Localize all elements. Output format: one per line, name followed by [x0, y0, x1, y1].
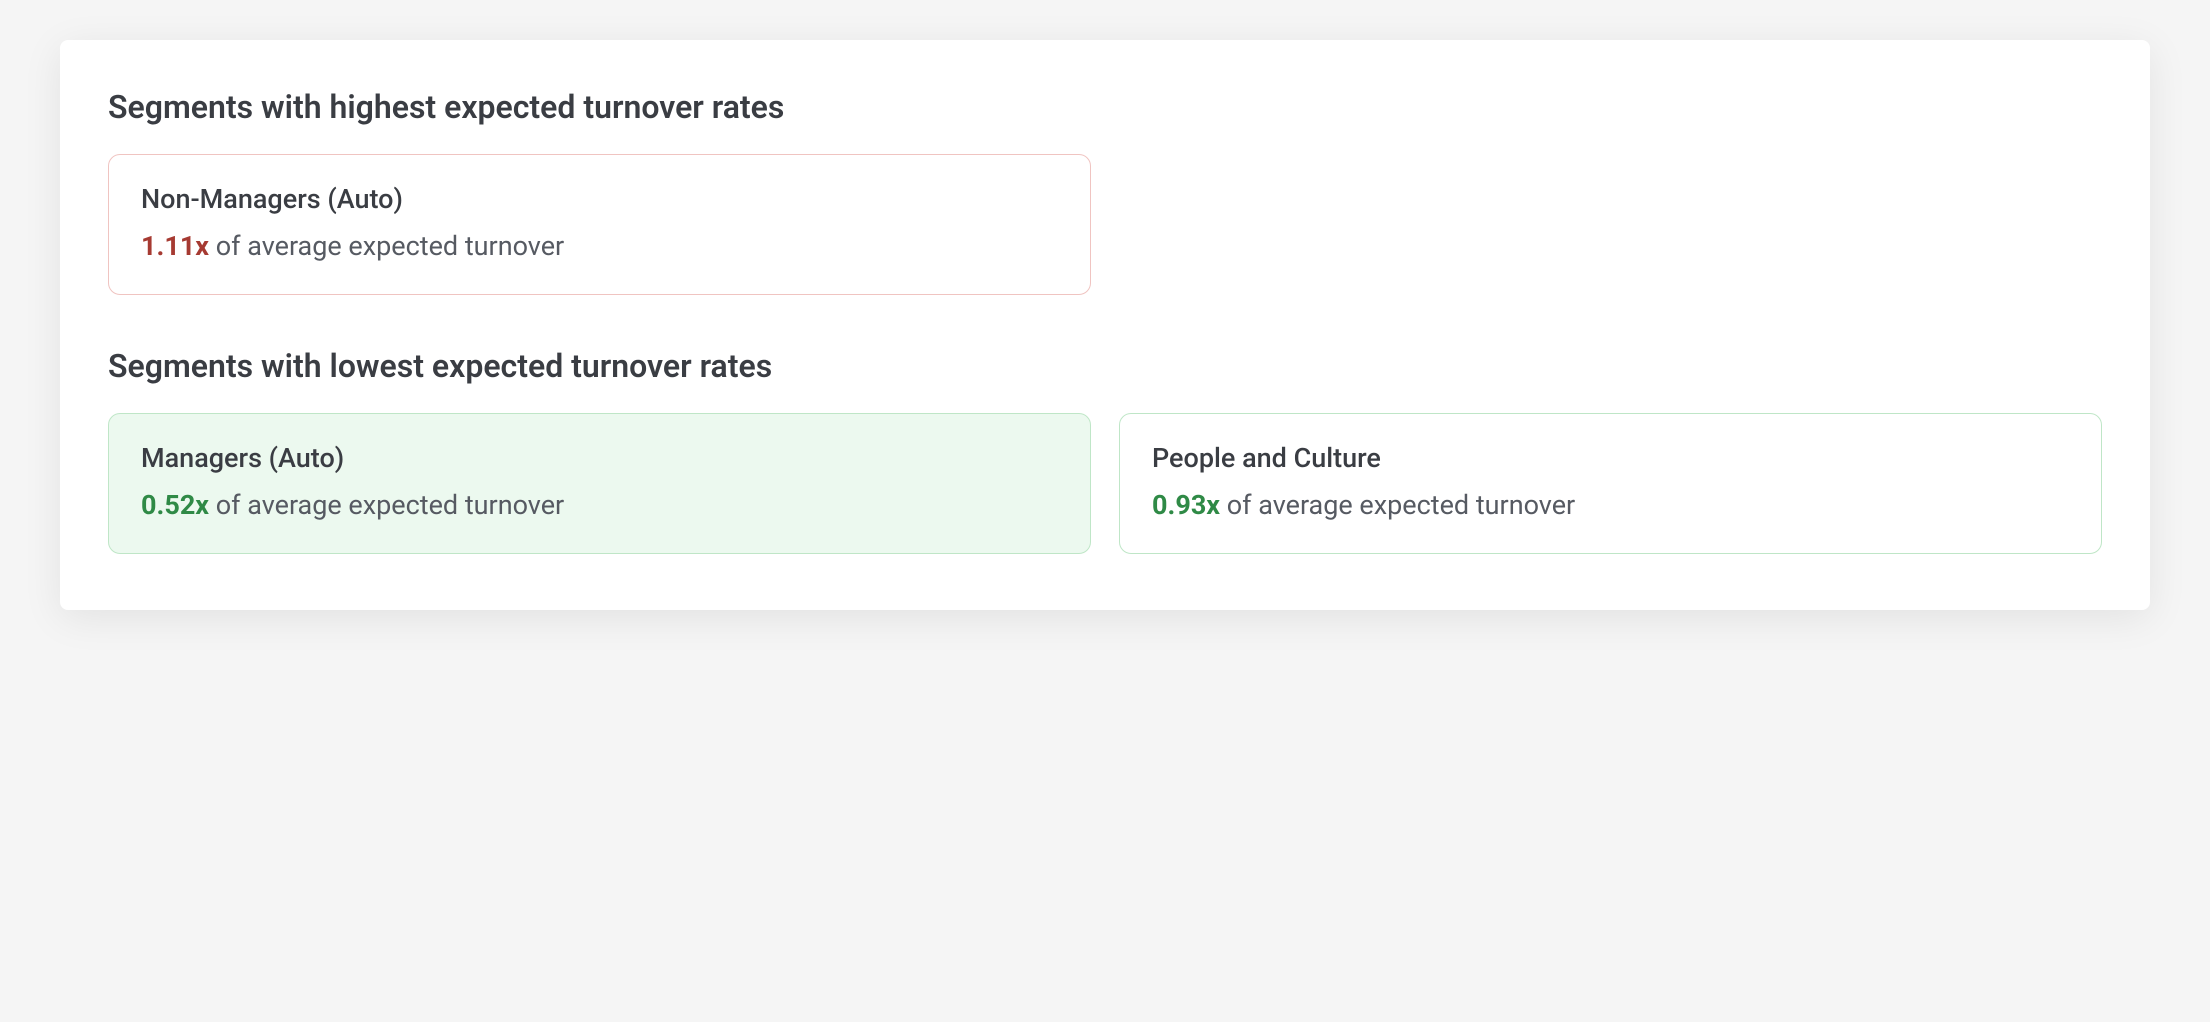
segment-metric: 0.52x of average expected turnover — [141, 488, 1058, 523]
segment-suffix: of average expected turnover — [209, 230, 564, 262]
segment-suffix: of average expected turnover — [209, 489, 564, 521]
segment-suffix: of average expected turnover — [1220, 489, 1575, 521]
segment-name: Non-Managers (Auto) — [141, 183, 1058, 215]
segment-card-high[interactable]: Non-Managers (Auto) 1.11x of average exp… — [108, 154, 1091, 295]
segment-name: Managers (Auto) — [141, 442, 1058, 474]
segment-metric: 0.93x of average expected turnover — [1152, 488, 2069, 523]
segment-card-low-strong[interactable]: Managers (Auto) 0.52x of average expecte… — [108, 413, 1091, 554]
lowest-card-row: Managers (Auto) 0.52x of average expecte… — [108, 413, 2102, 554]
lowest-section-title: Segments with lowest expected turnover r… — [108, 347, 2102, 385]
segment-multiplier: 0.93x — [1152, 489, 1220, 521]
segment-card-low-weak[interactable]: People and Culture 0.93x of average expe… — [1119, 413, 2102, 554]
highest-section-title: Segments with highest expected turnover … — [108, 88, 2102, 126]
segment-name: People and Culture — [1152, 442, 2069, 474]
highest-card-row: Non-Managers (Auto) 1.11x of average exp… — [108, 154, 2102, 295]
segment-multiplier: 0.52x — [141, 489, 209, 521]
segment-multiplier: 1.11x — [141, 230, 209, 262]
segment-metric: 1.11x of average expected turnover — [141, 229, 1058, 264]
turnover-segments-panel: Segments with highest expected turnover … — [60, 40, 2150, 610]
